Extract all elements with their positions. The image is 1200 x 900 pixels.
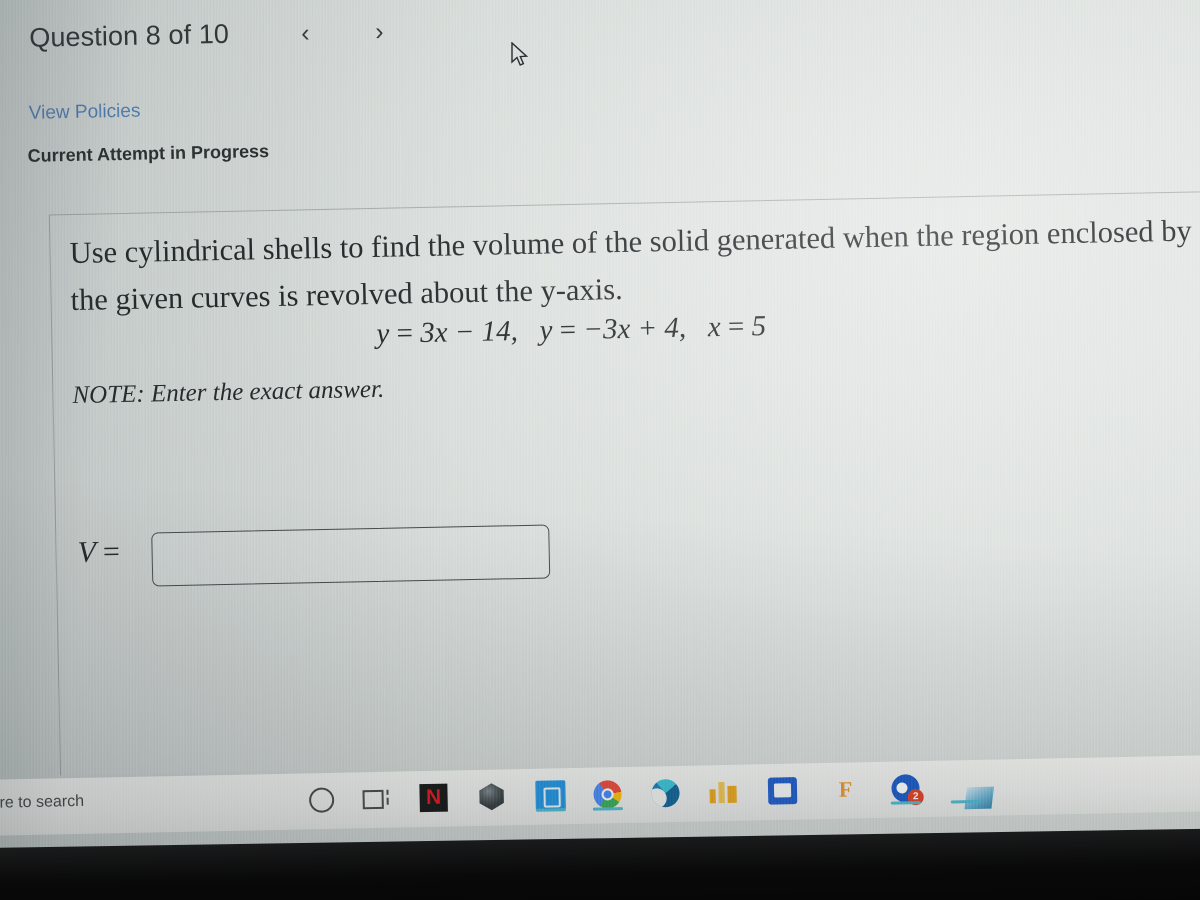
equals-1: = [396, 317, 414, 350]
f-app-icon[interactable]: F [827, 771, 864, 808]
equation-1-rhs: 3x − 14, [419, 315, 519, 350]
window-app-icon[interactable] [947, 769, 995, 810]
browser-page: Question 8 of 10 ‹ › View Policies Curre… [0, 0, 1200, 786]
photo-of-monitor: Question 8 of 10 ‹ › View Policies Curre… [0, 0, 1200, 900]
taskbar-search-input[interactable]: ere to search [0, 793, 84, 813]
hexagon-app-icon[interactable] [473, 778, 510, 815]
equation-3-rhs: 5 [751, 310, 767, 343]
equation-2-lhs: y [539, 314, 553, 347]
f-glyph: F [838, 776, 853, 802]
monitor-screen: Question 8 of 10 ‹ › View Policies Curre… [0, 0, 1200, 854]
equals-2: = [559, 313, 577, 347]
blue-box-icon[interactable] [764, 772, 801, 809]
answer-equals: = [102, 535, 121, 569]
edge-icon[interactable] [647, 775, 684, 812]
netflix-glyph: N [419, 783, 448, 813]
answer-label: V = [77, 535, 120, 570]
answer-input[interactable] [151, 524, 551, 587]
netflix-icon[interactable]: N [415, 780, 452, 817]
page-title: Question 8 of 10 [28, 18, 230, 53]
equation-3-lhs: x [707, 311, 722, 344]
chrome-icon[interactable] [589, 776, 626, 813]
previous-question-button[interactable]: ‹ [301, 19, 310, 48]
blue-store-icon[interactable] [532, 777, 569, 814]
equation-1-lhs: y [376, 317, 390, 350]
next-question-button[interactable]: › [375, 18, 384, 47]
chat-app-icon[interactable]: 2 [887, 770, 924, 807]
equals-3: = [727, 310, 745, 343]
cortana-icon[interactable] [303, 782, 340, 819]
equation-2-rhs: −3x + 4, [583, 311, 687, 346]
answer-variable: V [77, 535, 96, 569]
task-view-icon[interactable] [357, 781, 394, 818]
orange-app-icon[interactable] [705, 774, 742, 811]
view-policies-link[interactable]: View Policies [29, 101, 141, 125]
attempt-status-label: Current Attempt in Progress [27, 141, 270, 166]
